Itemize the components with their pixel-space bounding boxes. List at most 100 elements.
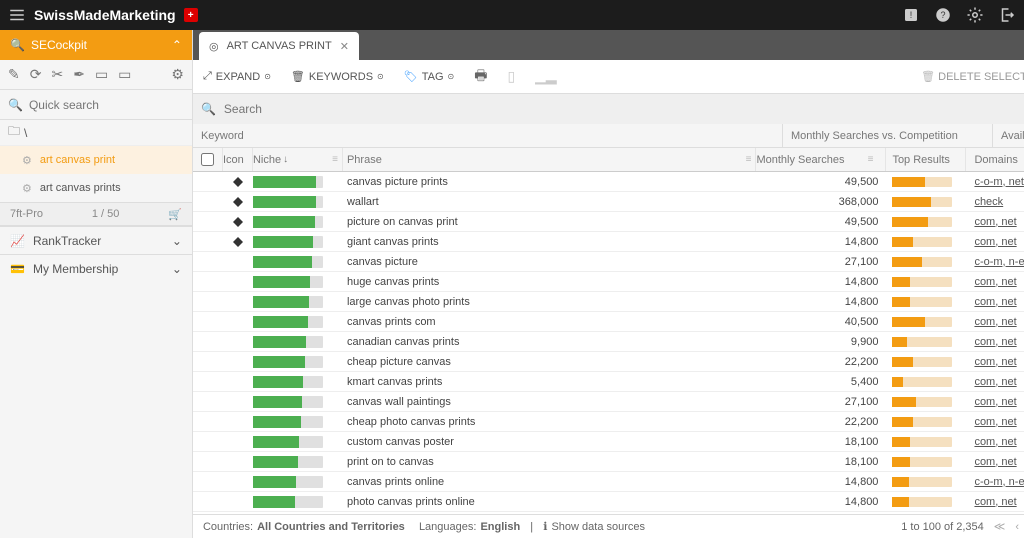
domain-cell[interactable]: com, net	[966, 436, 1024, 448]
footer-lang[interactable]: English	[480, 521, 520, 533]
domain-cell[interactable]: c-o-m, n-e-t	[966, 476, 1024, 488]
hdr-keyword[interactable]: Keyword	[201, 130, 244, 142]
sidebar-item-0[interactable]: ⚙art canvas print	[0, 146, 192, 174]
table-row[interactable]: photo canvas prints online14,800com, net…	[193, 492, 1024, 512]
footer-countries[interactable]: All Countries and Territories	[257, 521, 405, 533]
phrase-cell: giant canvas prints	[343, 236, 756, 248]
table-row[interactable]: cheap picture canvas22,200com, net$6.93	[193, 352, 1024, 372]
sidebar-title: SECockpit	[31, 38, 87, 52]
notification-icon[interactable]: !	[902, 6, 920, 24]
hdr-icon[interactable]: Icon	[223, 154, 244, 166]
domain-cell[interactable]: com, net	[966, 276, 1024, 288]
footer-show-src[interactable]: Show data sources	[551, 521, 645, 533]
tool-icon-6[interactable]: ▭	[118, 66, 131, 83]
hdr-phrase[interactable]: Phrase	[347, 154, 382, 166]
hdr-tr[interactable]: Top Results	[892, 154, 949, 166]
sort-down-icon[interactable]: ↓	[283, 154, 288, 165]
diamond-icon	[223, 196, 253, 208]
cart-icon[interactable]: 🛒	[168, 208, 182, 221]
close-icon[interactable]: ✕	[340, 40, 349, 53]
domain-cell[interactable]: check	[966, 196, 1024, 208]
domain-cell[interactable]: com, net	[966, 336, 1024, 348]
sidebar-membership[interactable]: 💳My Membership ⌄	[0, 254, 192, 282]
table-row[interactable]: print on to canvas18,100com, net$5.46	[193, 452, 1024, 472]
domain-cell[interactable]: com, net	[966, 456, 1024, 468]
domain-cell[interactable]: com, net	[966, 356, 1024, 368]
stats-icon[interactable]: ▁▂	[535, 68, 557, 85]
tool-icon-1[interactable]: ✎	[8, 66, 20, 83]
delete-selection-button[interactable]: 🗑 DELETE SELECTION	[921, 70, 1024, 83]
table-row[interactable]: canvas wall paintings27,100com, net$1.84	[193, 392, 1024, 412]
ms-cell: 49,500	[756, 176, 886, 188]
domain-cell[interactable]: com, net	[966, 496, 1024, 508]
tool-icon-4[interactable]: ✒	[73, 66, 85, 83]
expand-button[interactable]: ⤢ EXPAND ⊙	[203, 70, 271, 83]
table-row[interactable]: cheap photo canvas prints22,200com, net$…	[193, 412, 1024, 432]
folder-icon: 🗀	[8, 122, 20, 143]
logout-icon[interactable]	[998, 6, 1016, 24]
main-search-input[interactable]	[224, 102, 1024, 116]
ms-cell: 49,500	[756, 216, 886, 228]
tool-icon-3[interactable]: ✂	[51, 66, 63, 83]
phrase-cell: canvas prints online	[343, 476, 756, 488]
table-row[interactable]: canvas prints online14,800c-o-m, n-e-t$7…	[193, 472, 1024, 492]
print-icon[interactable]: 🖶	[474, 65, 487, 89]
swiss-flag-icon: +	[184, 8, 198, 22]
domain-cell[interactable]: c-o-m, n-e-t	[966, 256, 1024, 268]
hdr-available[interactable]: Available	[993, 130, 1024, 142]
page-first-icon[interactable]: ≪	[994, 520, 1006, 533]
hamburger-icon[interactable]	[8, 6, 26, 24]
phrase-cell: large canvas photo prints	[343, 296, 756, 308]
select-all-checkbox[interactable]	[201, 153, 214, 166]
domain-cell[interactable]: com, net	[966, 376, 1024, 388]
keywords-button[interactable]: 🗑 KEYWORDS ⊙	[291, 70, 384, 83]
table-row[interactable]: wallart368,000check$1.01	[193, 192, 1024, 212]
table-row[interactable]: canadian canvas prints9,900com, net$4.02	[193, 332, 1024, 352]
table-row[interactable]: canvas picture prints49,500c-o-m, net$6.…	[193, 172, 1024, 192]
sidebar-header[interactable]: 🔍SECockpit ⌃	[0, 30, 192, 60]
page-prev-icon[interactable]: ‹	[1015, 521, 1019, 533]
sidebar-toolbar: ✎ ⟳ ✂ ✒ ▭ ▭ ⚙	[0, 60, 192, 90]
hdr-dom[interactable]: Domains	[974, 154, 1017, 166]
diamond-icon	[223, 236, 253, 248]
ms-cell: 27,100	[756, 396, 886, 408]
settings-icon[interactable]	[966, 6, 984, 24]
hdr-ms[interactable]: Monthly Searches	[756, 154, 844, 166]
table-row[interactable]: custom canvas poster18,100com, net$7.62	[193, 432, 1024, 452]
table-row[interactable]: huge canvas prints14,800com, net$5.45	[193, 272, 1024, 292]
quick-search-input[interactable]	[29, 98, 184, 112]
domain-cell[interactable]: com, net	[966, 216, 1024, 228]
domain-cell[interactable]: com, net	[966, 316, 1024, 328]
phrase-cell: print on to canvas	[343, 456, 756, 468]
table-row[interactable]: giant canvas prints14,800com, net$5.45	[193, 232, 1024, 252]
hdr-niche[interactable]: Niche	[253, 154, 281, 166]
table-row[interactable]: canvas prints com40,500com, net$4.87	[193, 312, 1024, 332]
tab-active[interactable]: ◎ ART CANVAS PRINT ✕	[199, 32, 359, 60]
domain-cell[interactable]: com, net	[966, 236, 1024, 248]
tool-icon-5[interactable]: ▭	[95, 66, 108, 83]
table-row[interactable]: picture on canvas print49,500com, net$6.…	[193, 212, 1024, 232]
phrase-cell: canvas picture	[343, 256, 756, 268]
domain-cell[interactable]: com, net	[966, 296, 1024, 308]
pro-count: 1 / 50	[92, 208, 120, 220]
phone-icon[interactable]: ▯	[507, 68, 515, 85]
tag-button[interactable]: 🏷 TAG ⊙	[404, 70, 454, 83]
phrase-cell: cheap picture canvas	[343, 356, 756, 368]
tool-icon-2[interactable]: ⟳	[30, 66, 42, 83]
tool-gear-icon[interactable]: ⚙	[171, 66, 184, 83]
chevron-up-icon[interactable]: ⌃	[172, 38, 182, 52]
sidebar-item-1[interactable]: ⚙art canvas prints	[0, 174, 192, 202]
sidebar-ranktracker[interactable]: 📈RankTracker ⌄	[0, 226, 192, 254]
table-row[interactable]: large canvas photo prints14,800com, net$…	[193, 292, 1024, 312]
ms-cell: 22,200	[756, 356, 886, 368]
footer-range: 1 to 100 of 2,354	[901, 521, 984, 533]
domain-cell[interactable]: c-o-m, net	[966, 176, 1024, 188]
help-icon[interactable]: ?	[934, 6, 952, 24]
folder-root[interactable]: 🗀 \	[0, 120, 192, 146]
table-row[interactable]: kmart canvas prints5,400com, net$0.60	[193, 372, 1024, 392]
brand-label: SwissMadeMarketing	[34, 7, 176, 23]
hdr-msvc[interactable]: Monthly Searches vs. Competition	[783, 130, 958, 142]
domain-cell[interactable]: com, net	[966, 396, 1024, 408]
table-row[interactable]: canvas picture27,100c-o-m, n-e-t$4.76	[193, 252, 1024, 272]
domain-cell[interactable]: com, net	[966, 416, 1024, 428]
